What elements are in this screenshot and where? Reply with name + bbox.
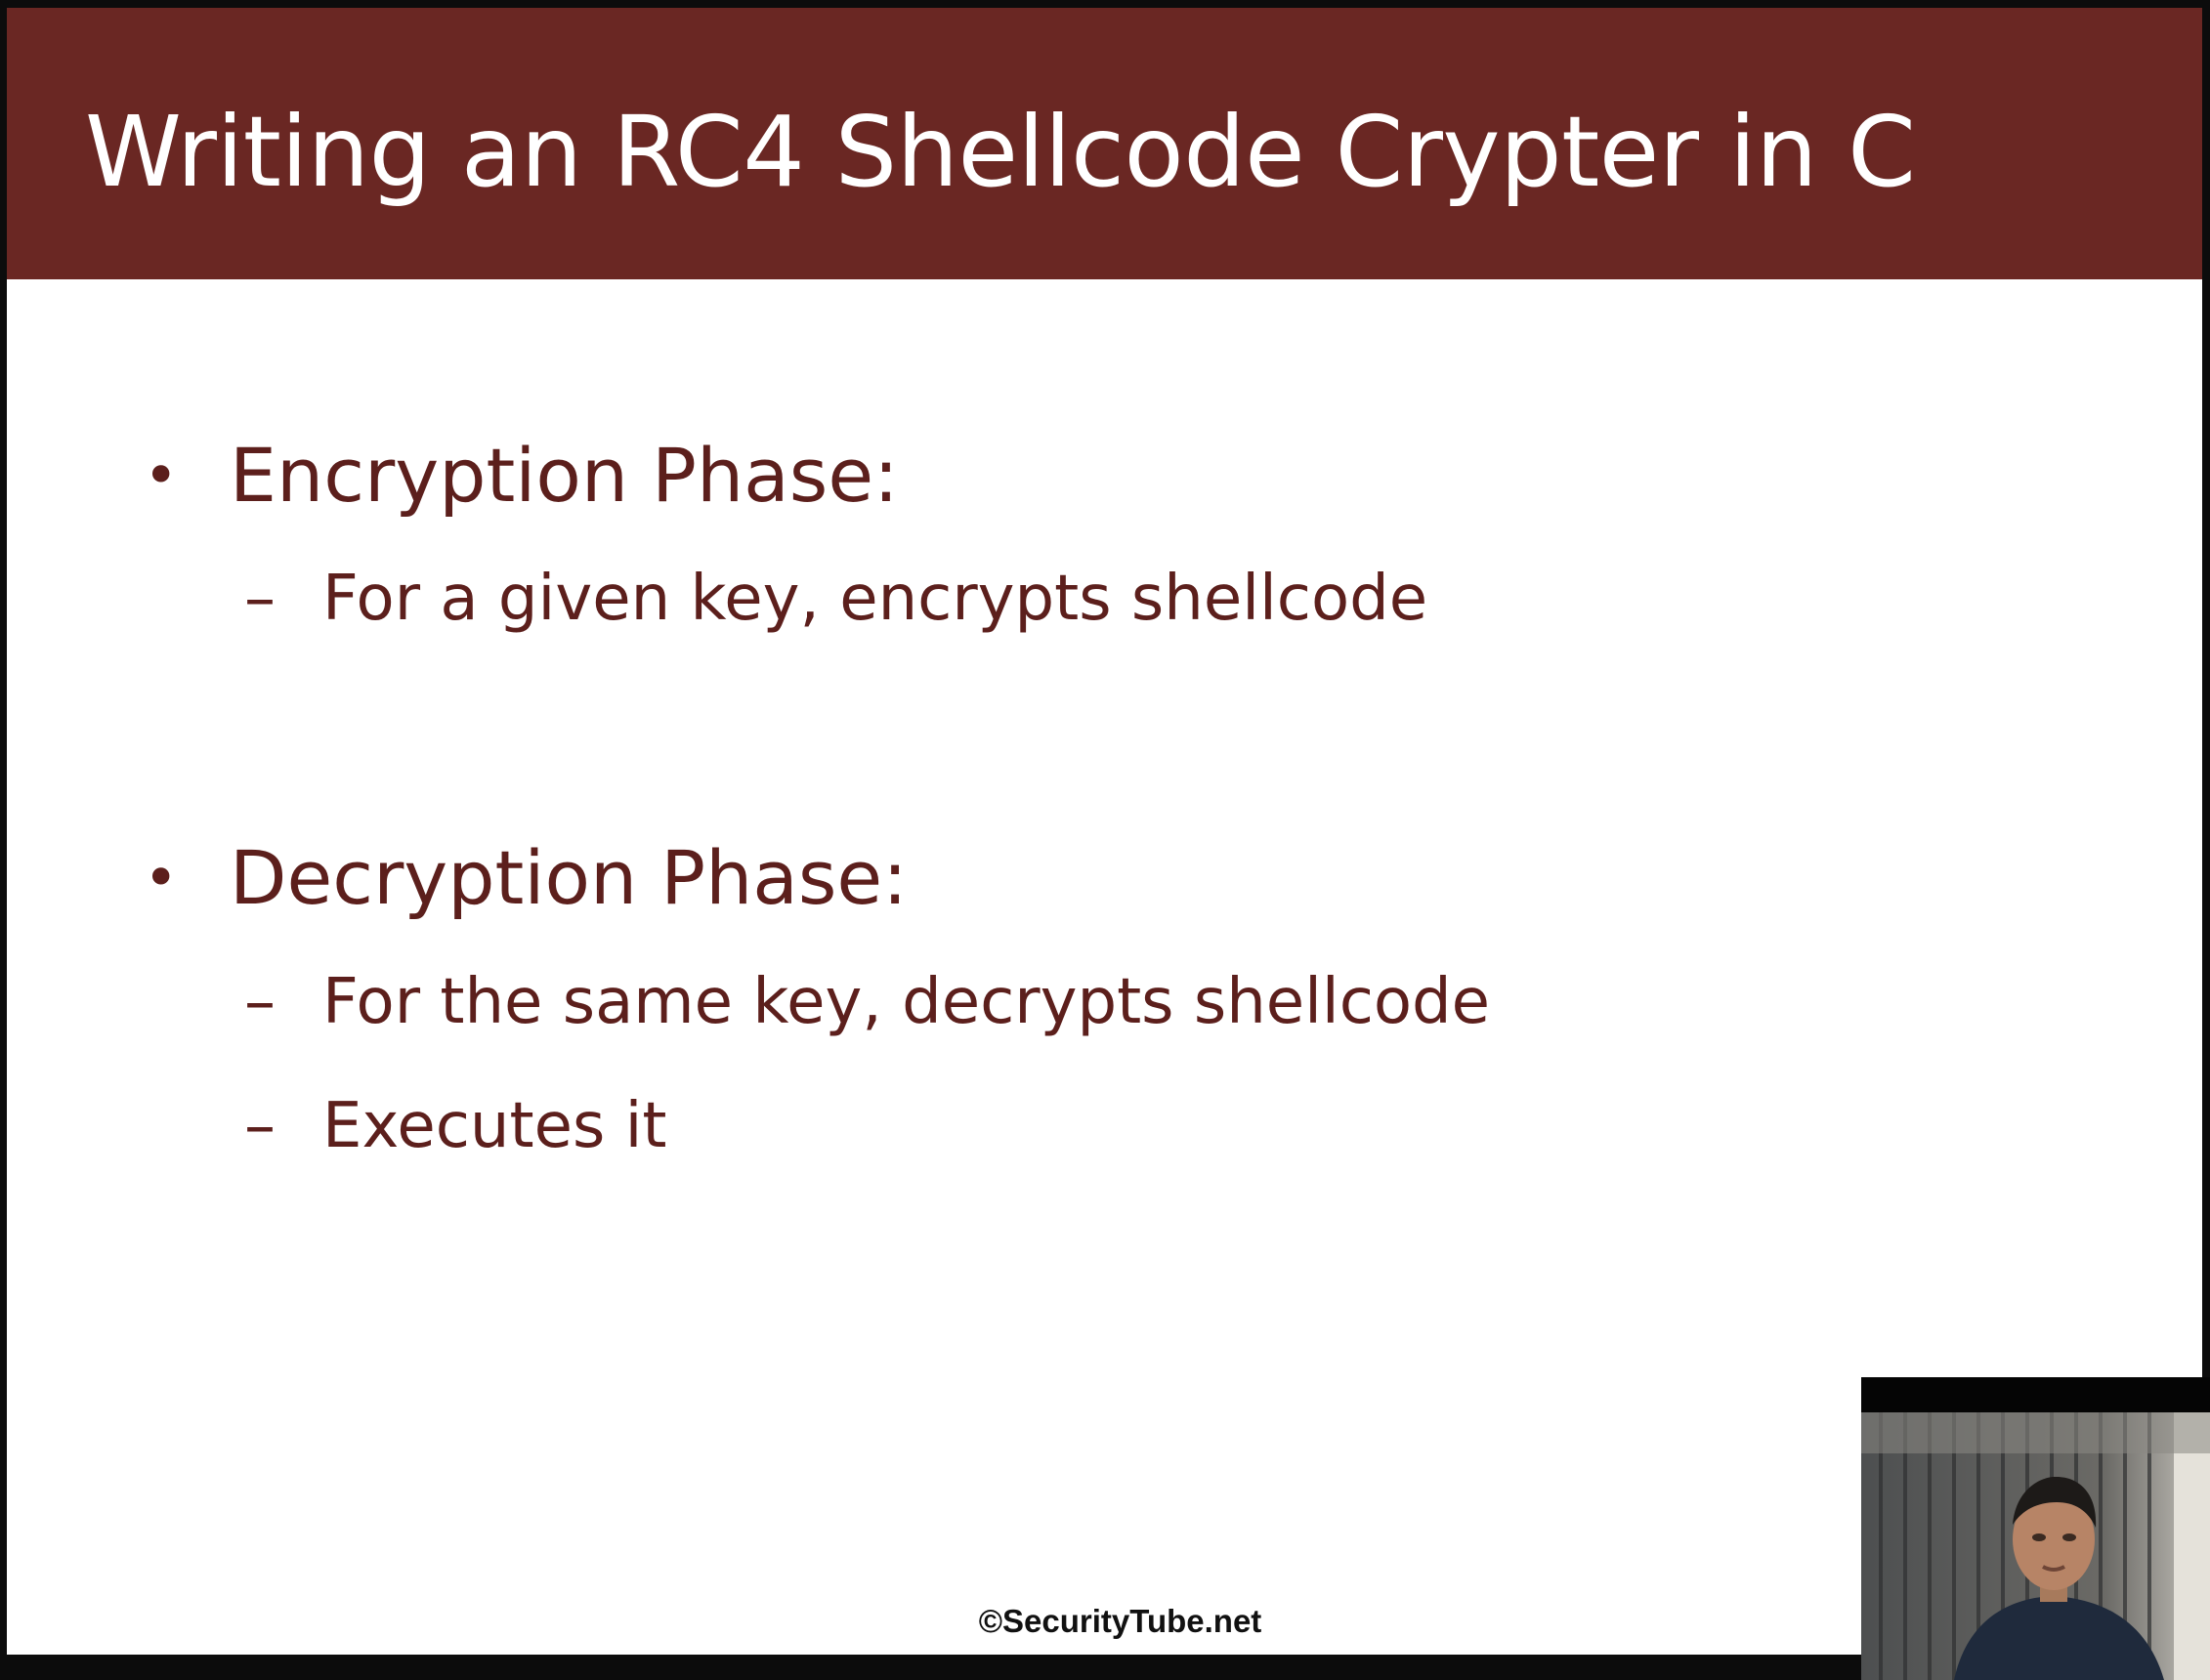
sub-glyph: – (244, 1090, 276, 1162)
presenter-image (1861, 1412, 2210, 1680)
bullet-text: Encryption Phase: (230, 432, 899, 519)
bullet-glyph: • (144, 441, 179, 510)
bullet-encryption: • Encryption Phase: (144, 431, 899, 520)
webcam-video (1861, 1412, 2210, 1680)
subitem-encryption-key: – For a given key, encrypts shellcode (244, 562, 1427, 637)
sub-glyph: – (244, 563, 276, 635)
subitem-text: For the same key, decrypts shellcode (322, 966, 1491, 1038)
subitem-executes: – Executes it (244, 1089, 667, 1164)
bullet-decryption: • Decryption Phase: (144, 833, 908, 922)
subitem-text: For a given key, encrypts shellcode (322, 563, 1428, 635)
subitem-decryption-key: – For the same key, decrypts shellcode (244, 965, 1490, 1040)
footer-text: SecurityTube.net (1002, 1603, 1262, 1639)
sub-glyph: – (244, 966, 276, 1038)
subitem-text: Executes it (322, 1090, 667, 1162)
video-frame: Writing an RC4 Shellcode Crypter in C • E… (0, 0, 2210, 1680)
bullet-glyph: • (144, 844, 179, 912)
copyright-symbol: © (978, 1603, 1003, 1639)
bullet-text: Decryption Phase: (230, 834, 908, 921)
presenter-webcam-icon (1861, 1377, 2210, 1680)
